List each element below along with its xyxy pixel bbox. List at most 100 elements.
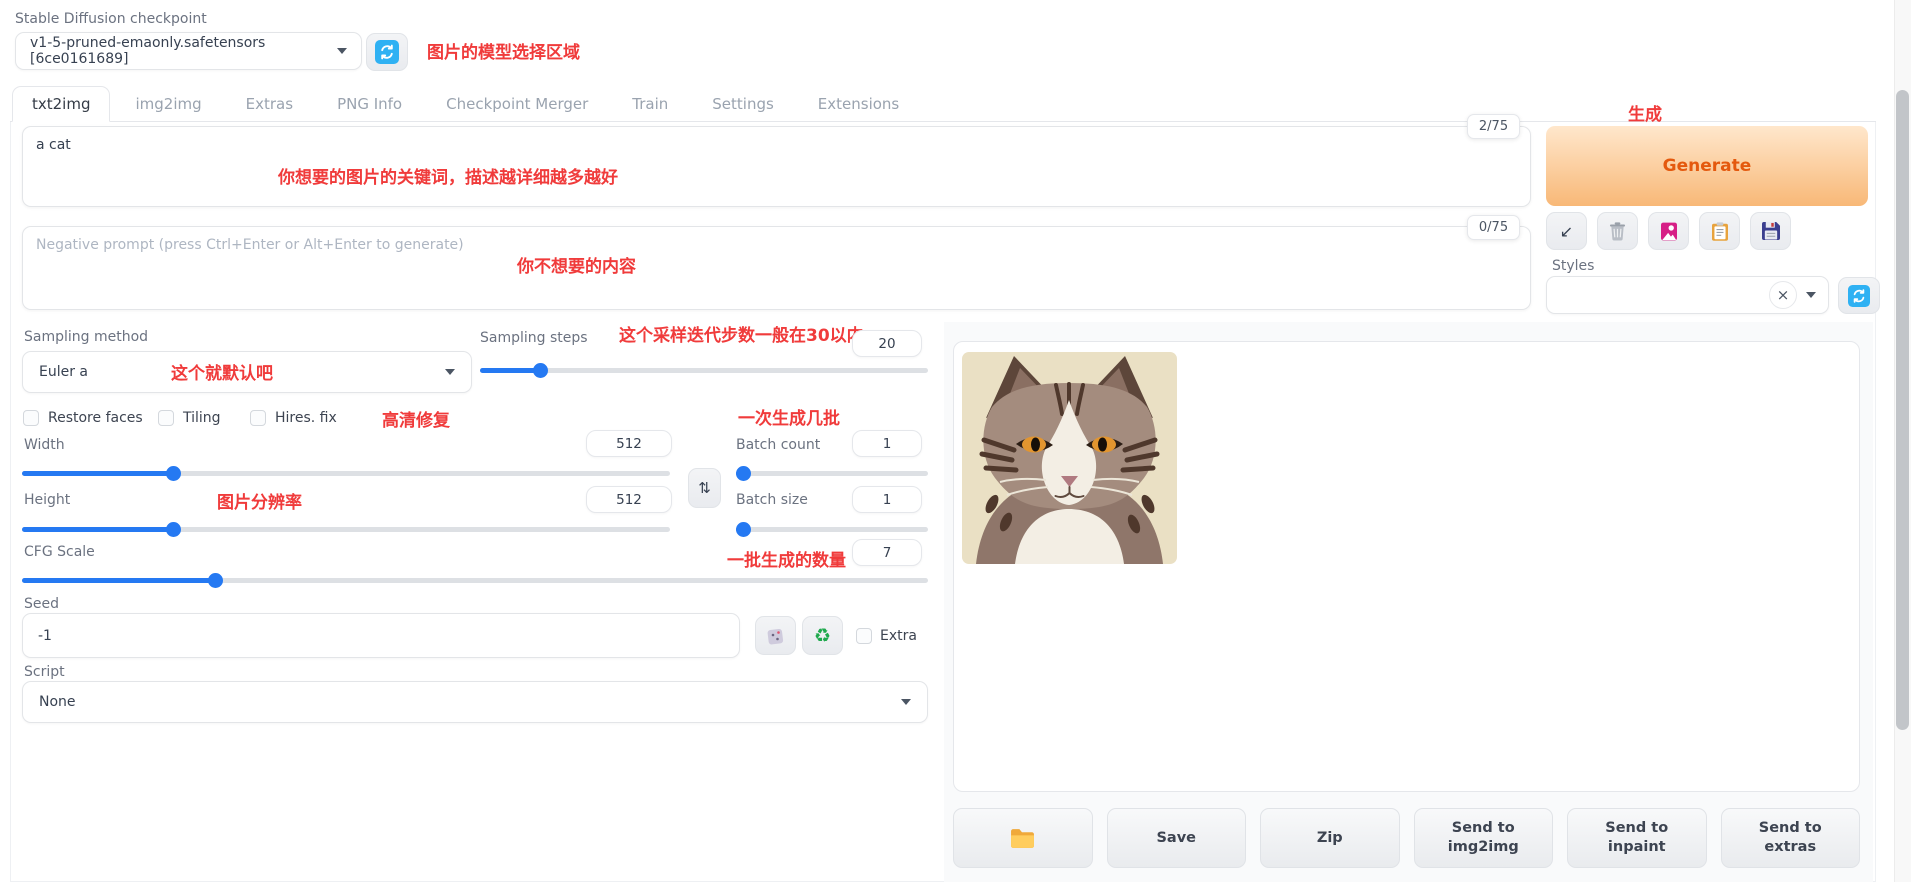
slider-thumb[interactable] (533, 363, 548, 378)
slider-thumb[interactable] (736, 522, 751, 537)
scrollbar-thumb[interactable] (1896, 90, 1909, 730)
tab-png-info[interactable]: PNG Info (318, 87, 421, 121)
batch-count-value[interactable]: 1 (852, 430, 922, 457)
seed-label: Seed (24, 596, 59, 612)
checkpoint-dropdown[interactable]: v1-5-pruned-emaonly.safetensors [6ce0161… (15, 32, 362, 70)
floppy-disk-icon (1761, 222, 1780, 240)
negative-prompt-annotation: 你不想要的内容 (517, 257, 636, 277)
prompt-annotation: 你想要的图片的关键词，描述越详细越多越好 (278, 168, 618, 188)
tiling-label: Tiling (183, 410, 221, 426)
dice-icon (767, 628, 783, 644)
height-label: Height (24, 492, 71, 508)
save-style-button[interactable] (1750, 212, 1791, 250)
tab-train[interactable]: Train (613, 87, 687, 121)
slider-thumb[interactable] (208, 573, 223, 588)
extra-seed-label: Extra (880, 628, 917, 644)
chevron-down-icon (1806, 292, 1816, 298)
slider-track[interactable] (736, 527, 928, 532)
tab-settings[interactable]: Settings (693, 87, 793, 121)
width-slider[interactable] (22, 466, 670, 481)
save-button[interactable]: Save (1106, 808, 1246, 868)
script-value: None (39, 694, 76, 710)
clear-prompt-button[interactable] (1597, 212, 1638, 250)
batch-size-slider[interactable] (736, 522, 928, 537)
refresh-icon (1848, 284, 1870, 307)
swap-arrows-icon: ⇅ (698, 479, 711, 497)
batch-count-label: Batch count (736, 437, 821, 453)
refresh-icon (375, 40, 399, 64)
slider-thumb[interactable] (166, 466, 181, 481)
chevron-down-icon (445, 369, 455, 375)
generated-image[interactable] (962, 352, 1177, 564)
restore-faces-checkbox[interactable] (23, 410, 39, 426)
chevron-down-icon (901, 699, 911, 705)
reuse-seed-button[interactable]: ♻ (802, 616, 843, 655)
folder-icon (1011, 829, 1035, 848)
styles-dropdown[interactable]: × (1546, 276, 1829, 314)
checkpoint-label: Stable Diffusion checkpoint (15, 11, 207, 27)
negative-prompt-input[interactable] (22, 226, 1531, 310)
resolution-annotation: 图片分辨率 (217, 493, 302, 513)
send-to-extras-button[interactable]: Send to extras (1720, 808, 1860, 868)
clear-icon[interactable]: × (1769, 281, 1797, 309)
scrollbar-track[interactable] (1894, 0, 1911, 882)
hires-annotation: 高清修复 (382, 411, 450, 431)
height-value[interactable]: 512 (586, 486, 672, 513)
apply-style-button[interactable] (1699, 212, 1740, 250)
stable-diffusion-webui: Stable Diffusion checkpoint v1-5-pruned-… (0, 0, 1911, 882)
sampling-steps-value[interactable]: 20 (852, 330, 922, 357)
swap-dimensions-button[interactable]: ⇅ (688, 468, 721, 508)
tab-img2img[interactable]: img2img (116, 87, 220, 121)
open-folder-button[interactable] (953, 808, 1093, 868)
restore-faces-label: Restore faces (48, 410, 143, 426)
refresh-styles-button[interactable] (1838, 277, 1880, 314)
clipboard-icon (1711, 221, 1728, 241)
batch-size-value[interactable]: 1 (852, 486, 922, 513)
recycle-icon: ♻ (813, 624, 832, 647)
sampling-steps-slider[interactable] (480, 363, 928, 378)
tiling-checkbox[interactable] (158, 410, 174, 426)
script-dropdown[interactable]: None (22, 681, 928, 723)
slider-thumb[interactable] (166, 522, 181, 537)
prompt-token-counter: 2/75 (1467, 114, 1520, 139)
height-slider[interactable] (22, 522, 670, 537)
styles-label: Styles (1552, 258, 1595, 274)
sampling-method-annotation: 这个就默认吧 (171, 364, 273, 384)
send-to-img2img-button[interactable]: Send to img2img (1413, 808, 1553, 868)
slider-fill (480, 368, 540, 373)
cfg-annotation: 一批生成的数量 (727, 551, 846, 571)
paste-params-button[interactable]: ↙ (1546, 212, 1587, 250)
cfg-scale-value[interactable]: 7 (852, 539, 922, 566)
send-to-inpaint-button[interactable]: Send to inpaint (1567, 808, 1707, 868)
tab-checkpoint-merger[interactable]: Checkpoint Merger (427, 87, 607, 121)
tab-extensions[interactable]: Extensions (799, 87, 918, 121)
zip-button[interactable]: Zip (1260, 808, 1400, 868)
random-seed-button[interactable] (755, 616, 796, 655)
batch-count-slider[interactable] (736, 466, 928, 481)
width-value[interactable]: 512 (586, 430, 672, 457)
seed-input[interactable]: -1 (22, 613, 740, 658)
hires-fix-checkbox[interactable] (250, 410, 266, 426)
tab-extras[interactable]: Extras (227, 87, 312, 121)
chevron-down-icon (337, 48, 347, 54)
sampling-steps-annotation: 这个采样迭代步数一般在30以内 (619, 326, 864, 346)
slider-track[interactable] (736, 471, 928, 476)
slider-thumb[interactable] (736, 466, 751, 481)
sampling-method-label: Sampling method (24, 329, 149, 345)
extra-networks-button[interactable] (1648, 212, 1689, 250)
main-tabbar: txt2img img2img Extras PNG Info Checkpoi… (10, 86, 1876, 122)
negative-token-counter: 0/75 (1467, 215, 1520, 240)
sampling-method-value: Euler a (39, 364, 89, 380)
refresh-checkpoint-button[interactable] (366, 33, 408, 71)
prompt-input[interactable]: a cat (22, 126, 1531, 207)
batch-count-annotation: 一次生成几批 (738, 409, 840, 429)
cfg-scale-slider[interactable] (22, 573, 928, 588)
sampling-steps-label: Sampling steps (480, 330, 588, 346)
generate-button[interactable]: Generate (1546, 126, 1868, 206)
tab-txt2img[interactable]: txt2img (12, 86, 111, 122)
extra-seed-checkbox[interactable] (856, 628, 872, 644)
model-annotation: 图片的模型选择区域 (427, 43, 580, 63)
slider-fill (22, 471, 173, 476)
script-label: Script (24, 664, 65, 680)
cat-image (962, 352, 1177, 564)
